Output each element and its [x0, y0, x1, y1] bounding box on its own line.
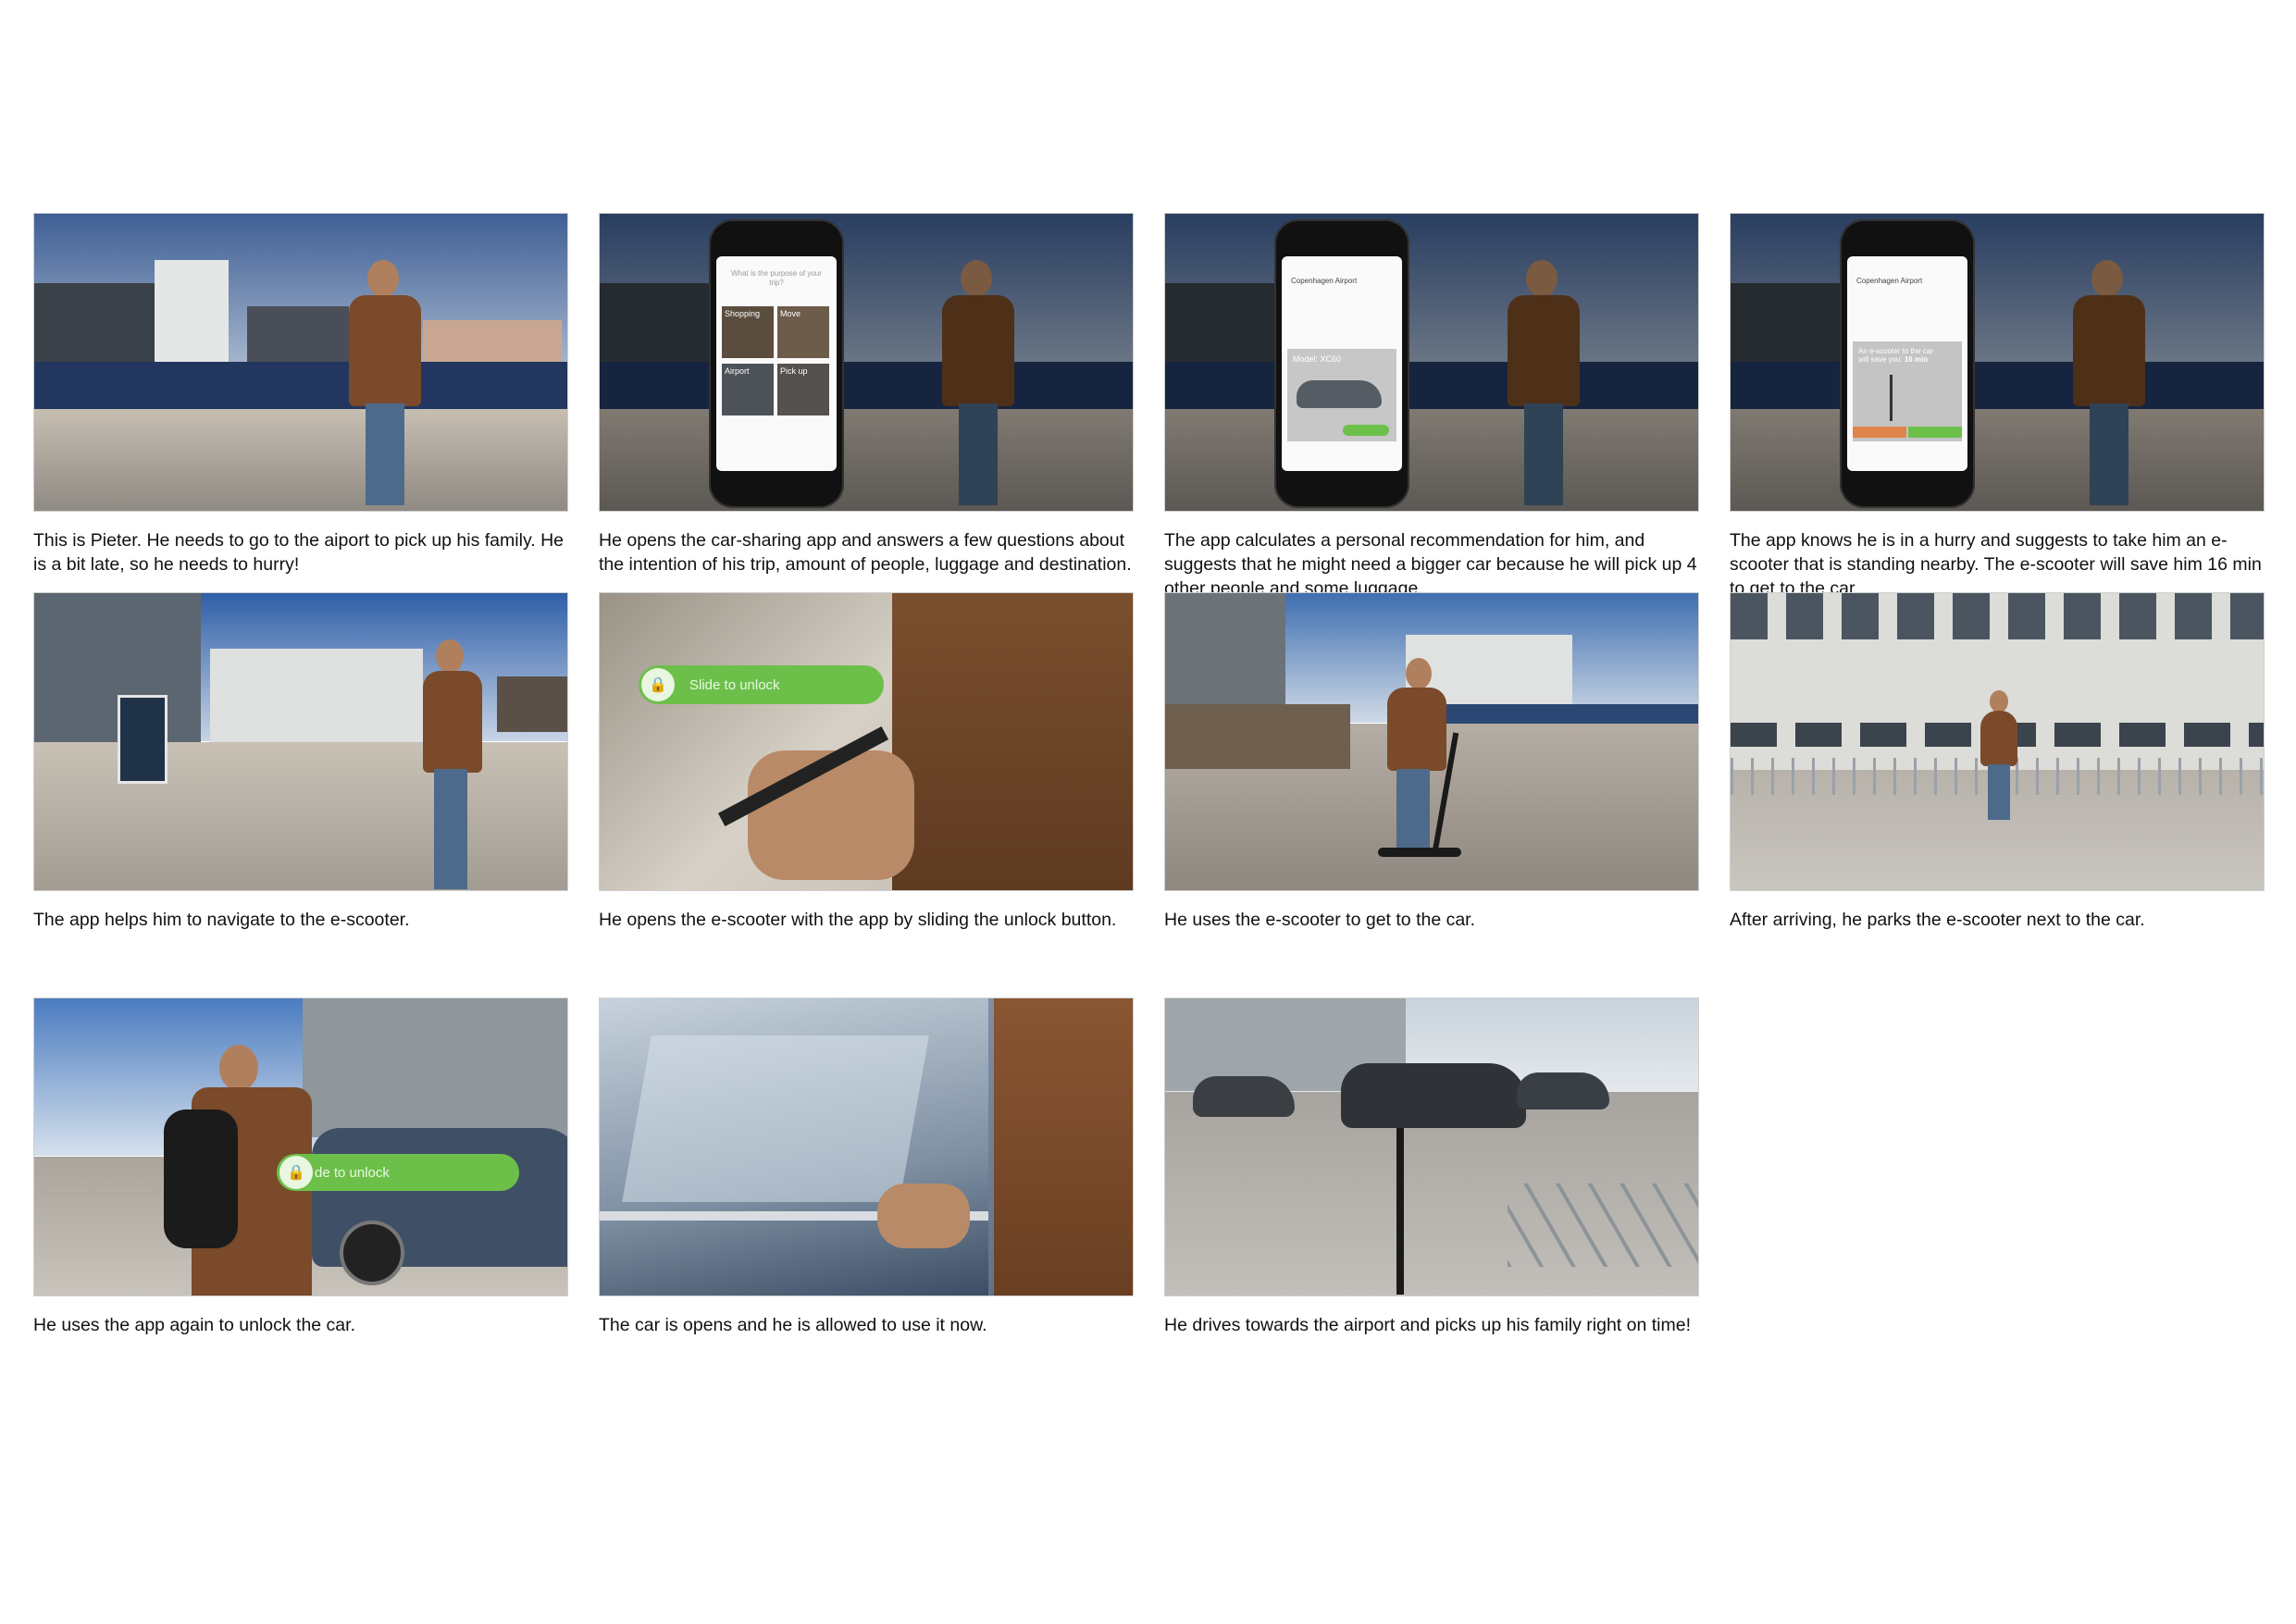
- scooter-suggestion-line1: An e-scooter to the car: [1858, 347, 1933, 355]
- panel-photo: Copenhagen Airport Model: XC60: [1164, 213, 1699, 512]
- location-text: Copenhagen Airport: [1856, 277, 1923, 285]
- storyboard-panel-1: This is Pieter. He needs to go to the ai…: [33, 213, 568, 592]
- question-text: What is the purpose of your trip?: [731, 269, 822, 287]
- panel-photo: [1164, 998, 1699, 1296]
- backpack: [164, 1110, 238, 1248]
- panel-photo: [33, 213, 568, 512]
- location-text: Copenhagen Airport: [1291, 277, 1358, 285]
- panel-photo: 🔒 Slide to unlock: [599, 592, 1134, 891]
- panel-photo: [33, 592, 568, 891]
- slider-label: de to unlock: [315, 1164, 390, 1181]
- lock-icon: 🔒: [279, 1156, 313, 1189]
- lock-icon: 🔒: [641, 668, 675, 701]
- purpose-tile[interactable]: Shopping: [722, 306, 774, 358]
- panel-caption: The car is opens and he is allowed to us…: [599, 1315, 987, 1335]
- purpose-tile[interactable]: Pick up: [777, 364, 829, 415]
- scooter-card[interactable]: An e-scooter to the car will save you: 1…: [1853, 341, 1962, 441]
- storyboard-panel-3: Copenhagen Airport Model: XC60 The app c…: [1164, 213, 1699, 599]
- storyboard-panel-7: He uses the e-scooter to get to the car.: [1164, 592, 1699, 998]
- storyboard-panel-11: He drives towards the airport and picks …: [1164, 998, 1699, 1377]
- time-saving-value: 16 min: [1904, 355, 1929, 364]
- scooter-station-sign: [118, 695, 168, 784]
- panel-caption: The app helps him to navigate to the e-s…: [33, 910, 410, 930]
- purpose-tile[interactable]: Airport: [722, 364, 774, 415]
- storyboard-panel-6: 🔒 Slide to unlock He opens the e-scooter…: [599, 592, 1134, 998]
- panel-caption: He opens the car-sharing app and answers…: [599, 530, 1132, 575]
- panel-photo: [1730, 592, 2265, 891]
- slide-to-unlock-slider[interactable]: 🔒 de to unlock: [277, 1154, 519, 1191]
- panel-photo: [599, 998, 1134, 1296]
- car-model-label: Model: XC60: [1293, 354, 1342, 364]
- jacket-closeup: [994, 998, 1133, 1295]
- storyboard-grid: This is Pieter. He needs to go to the ai…: [33, 213, 2265, 1377]
- panel-photo: [1164, 592, 1699, 891]
- phone-screen: Copenhagen Airport An e-scooter to the c…: [1847, 256, 1967, 471]
- panel-caption: The app calculates a personal recommenda…: [1164, 530, 1697, 599]
- panel-caption: He opens the e-scooter with the app by s…: [599, 910, 1117, 930]
- panel-caption: The app knows he is in a hurry and sugge…: [1730, 530, 2262, 599]
- car-card[interactable]: Model: XC60: [1287, 349, 1396, 441]
- storyboard-panel-10: The car is opens and he is allowed to us…: [599, 998, 1134, 1377]
- panel-photo: Copenhagen Airport An e-scooter to the c…: [1730, 213, 2265, 512]
- storyboard-panel-4: Copenhagen Airport An e-scooter to the c…: [1730, 213, 2265, 599]
- scooter-suggestion-line2: will save you:: [1858, 355, 1903, 364]
- panel-photo: What is the purpose of your trip? Shoppi…: [599, 213, 1134, 512]
- phone-mockup: Copenhagen Airport Model: XC60: [1274, 219, 1409, 508]
- slider-label: Slide to unlock: [689, 676, 780, 693]
- phone-mockup: What is the purpose of your trip? Shoppi…: [709, 219, 844, 508]
- panel-caption: He uses the app again to unlock the car.: [33, 1315, 355, 1335]
- purpose-tile[interactable]: Move: [777, 306, 829, 358]
- car: [1341, 1063, 1526, 1128]
- panel-caption: He drives towards the airport and picks …: [1164, 1315, 1691, 1335]
- panel-caption: This is Pieter. He needs to go to the ai…: [33, 530, 565, 575]
- phone-screen: Copenhagen Airport Model: XC60: [1282, 256, 1402, 471]
- storyboard-panel-2: What is the purpose of your trip? Shoppi…: [599, 213, 1134, 592]
- panel-caption: He uses the e-scooter to get to the car.: [1164, 910, 1476, 930]
- storyboard-panel-9: 🔒 de to unlock He uses the app again to …: [33, 998, 568, 1377]
- e-scooter: [1396, 1128, 1404, 1295]
- storyboard-panel-8: After arriving, he parks the e-scooter n…: [1730, 592, 2265, 998]
- jacket-closeup: [892, 593, 1133, 890]
- panel-photo: 🔒 de to unlock: [33, 998, 568, 1296]
- phone-mockup: Copenhagen Airport An e-scooter to the c…: [1840, 219, 1975, 508]
- slide-to-unlock-slider[interactable]: 🔒 Slide to unlock: [639, 665, 884, 704]
- panel-caption: After arriving, he parks the e-scooter n…: [1730, 910, 2145, 930]
- storyboard-panel-5: The app helps him to navigate to the e-s…: [33, 592, 568, 998]
- phone-screen: What is the purpose of your trip? Shoppi…: [716, 256, 837, 471]
